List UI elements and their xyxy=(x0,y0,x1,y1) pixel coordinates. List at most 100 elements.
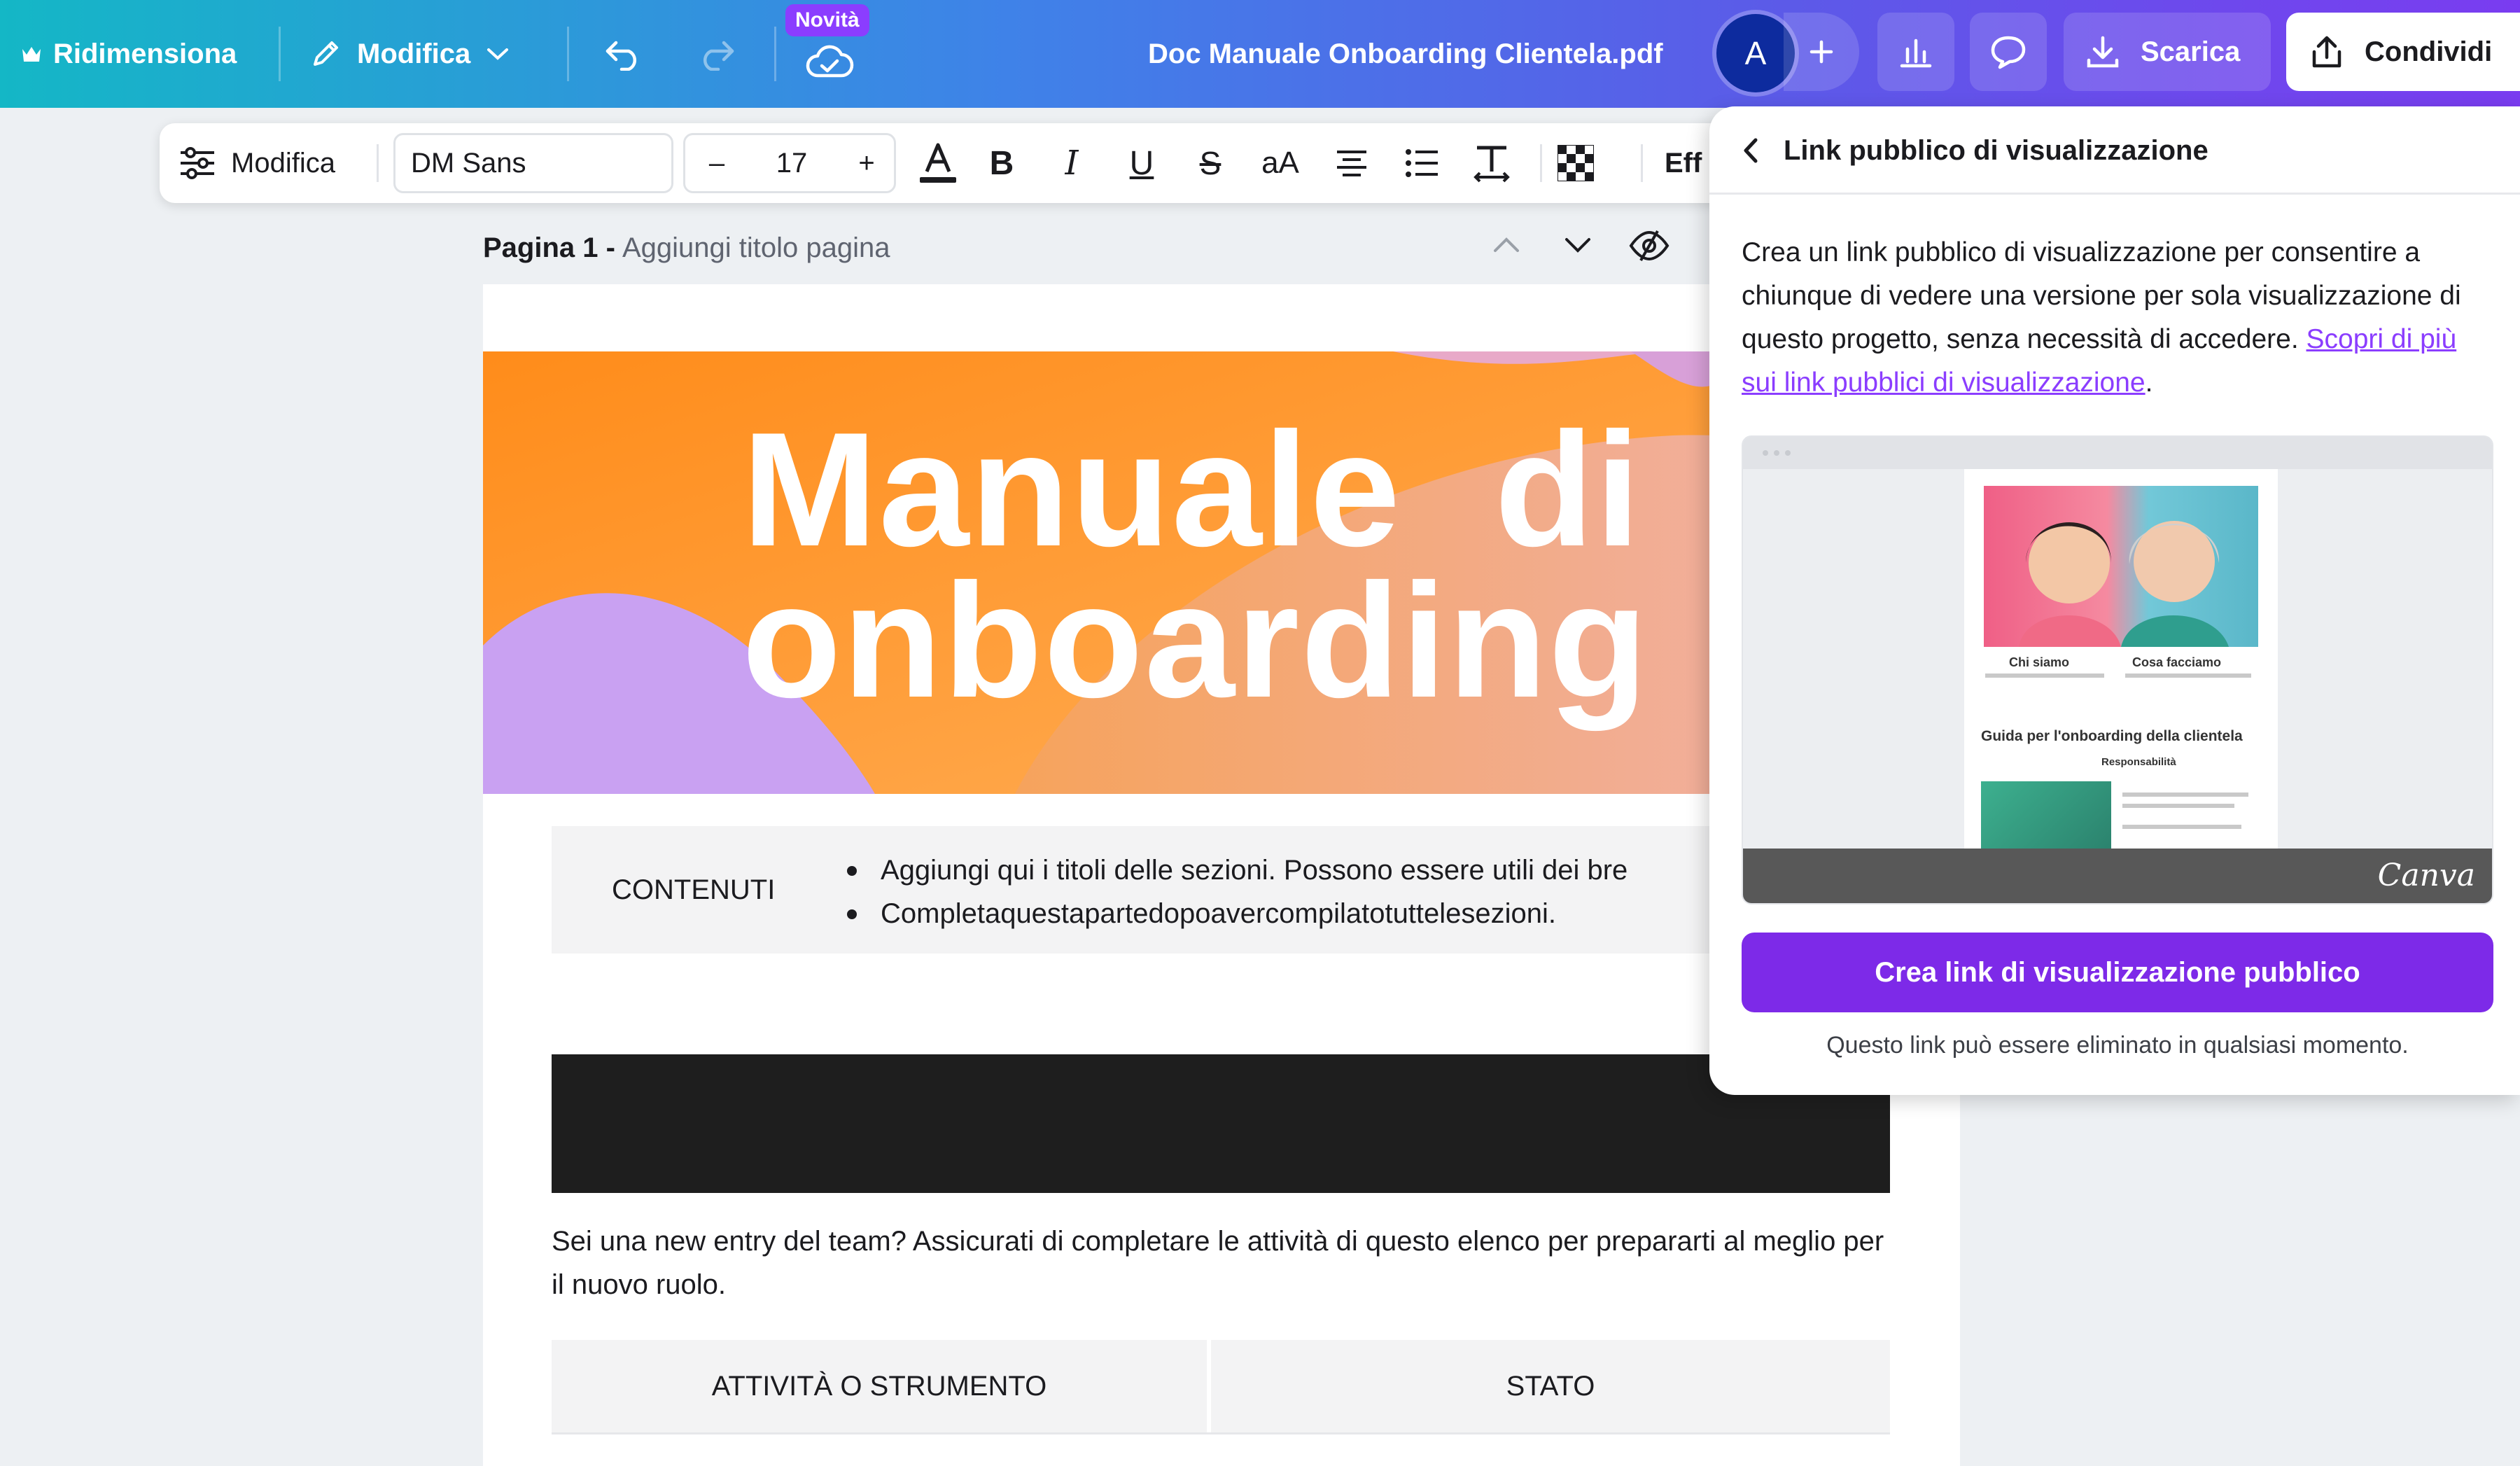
divider xyxy=(1540,144,1542,182)
text-format-toolbar: Modifica DM Sans – 17 + B I U S aA Eff xyxy=(160,123,1742,203)
align-button[interactable] xyxy=(1327,123,1376,203)
preview-text-line xyxy=(2122,825,2241,829)
bold-icon: B xyxy=(989,144,1014,182)
strikethrough-button[interactable]: S xyxy=(1186,123,1235,203)
tasks-table: ATTIVITÀ O STRUMENTO STATO xyxy=(552,1340,1890,1466)
chevron-left-icon xyxy=(1744,138,1758,163)
undo-button[interactable] xyxy=(603,0,644,108)
increase-font-button[interactable]: + xyxy=(835,123,898,203)
transparency-button[interactable] xyxy=(1551,123,1600,203)
edit-text-button[interactable]: Modifica xyxy=(178,123,335,203)
file-title[interactable]: Doc Manuale Onboarding Clientela.pdf xyxy=(1148,0,1663,108)
download-label: Scarica xyxy=(2141,36,2241,67)
chevron-down-icon xyxy=(486,47,510,61)
upload-share-icon xyxy=(2309,34,2345,70)
comment-icon xyxy=(1989,34,2028,70)
cloud-save-button[interactable] xyxy=(805,0,854,108)
font-family-select[interactable]: DM Sans xyxy=(393,133,673,193)
panel-header: Link pubblico di visualizzazione xyxy=(1709,106,2520,195)
chevron-down-icon xyxy=(1562,237,1593,255)
download-button[interactable]: Scarica xyxy=(2064,13,2271,91)
dark-banner-block[interactable] xyxy=(552,1054,1890,1193)
insights-button[interactable] xyxy=(1877,13,1954,91)
preview-text-line xyxy=(2122,804,2234,808)
contents-block[interactable]: CONTENUTI Aggiungi qui i titoli delle se… xyxy=(552,826,1889,954)
divider xyxy=(279,27,281,81)
hero-title[interactable]: Manuale di onboarding xyxy=(742,409,1649,722)
edit-menu-button[interactable]: Modifica xyxy=(308,0,510,108)
contents-list: Aggiungi qui i titoli delle sezioni. Pos… xyxy=(846,849,1628,935)
effects-button[interactable]: Eff xyxy=(1665,123,1707,203)
page-number-label: Pagina 1 - xyxy=(483,232,615,263)
transparency-icon xyxy=(1558,145,1594,181)
comments-button[interactable] xyxy=(1970,13,2047,91)
preview-text-line xyxy=(2125,673,2251,678)
top-bar: Ridimensiona Modifica Novità Doc Manuale… xyxy=(0,0,2520,108)
preview-text-line xyxy=(1985,673,2104,678)
table-header-cell[interactable]: STATO xyxy=(1211,1340,1890,1432)
panel-title: Link pubblico di visualizzazione xyxy=(1784,134,2208,166)
share-label: Condividi xyxy=(2365,36,2493,67)
description-period: . xyxy=(2145,368,2153,398)
edit-text-label: Modifica xyxy=(231,147,335,179)
spacing-button[interactable] xyxy=(1467,123,1516,203)
text-spacing-icon xyxy=(1473,144,1511,183)
redo-icon xyxy=(696,37,736,71)
table-row[interactable] xyxy=(552,1432,1890,1466)
share-button[interactable]: Condividi xyxy=(2286,13,2520,91)
preview-subheading: Responsabilità xyxy=(2101,756,2176,768)
font-size-input[interactable]: 17 xyxy=(748,123,835,203)
strikethrough-icon: S xyxy=(1199,145,1222,181)
list-button[interactable] xyxy=(1397,123,1446,203)
bold-button[interactable]: B xyxy=(977,123,1026,203)
eye-off-icon xyxy=(1628,228,1670,263)
page-down-button[interactable] xyxy=(1562,237,1593,255)
resize-label: Ridimensiona xyxy=(53,38,237,69)
add-collaborator-button[interactable] xyxy=(1784,13,1859,91)
divider xyxy=(567,27,569,81)
letter-case-button[interactable]: aA xyxy=(1249,123,1312,203)
decrease-font-button[interactable]: – xyxy=(685,123,748,203)
hero-banner[interactable]: Manuale di onboarding xyxy=(483,351,1883,794)
bullet-list-icon xyxy=(1404,148,1439,179)
back-button[interactable] xyxy=(1740,137,1763,164)
redo-button[interactable] xyxy=(696,0,736,108)
table-header-cell[interactable]: ATTIVITÀ O STRUMENTO xyxy=(552,1340,1207,1432)
divider xyxy=(774,27,776,81)
preview-footer: Canva xyxy=(1743,849,2492,903)
cloud-check-icon xyxy=(805,45,854,80)
chevron-up-icon xyxy=(1491,235,1522,253)
text-color-button[interactable] xyxy=(910,123,966,203)
italic-button[interactable]: I xyxy=(1047,123,1096,203)
intro-paragraph[interactable]: Sei una new entry del team? Assicurati d… xyxy=(552,1220,1896,1306)
preview-caption: Cosa facciamo xyxy=(2132,655,2222,669)
divider xyxy=(377,144,379,182)
divider xyxy=(1641,144,1643,182)
preview-text-line xyxy=(2122,793,2248,797)
font-size-stepper: – 17 + xyxy=(683,133,896,193)
edit-label: Modifica xyxy=(357,38,471,69)
crown-icon xyxy=(21,45,42,63)
align-center-icon xyxy=(1334,149,1369,177)
panel-note: Questo link può essere eliminato in qual… xyxy=(1826,1032,2409,1059)
panel-description: Crea un link pubblico di visualizzazione… xyxy=(1742,231,2498,405)
hide-page-button[interactable] xyxy=(1628,228,1670,263)
design-preview: Chi siamo Cosa facciamo Guida per l'onbo… xyxy=(1742,435,2493,905)
bar-chart-icon xyxy=(1898,34,1934,70)
preview-page: Chi siamo Cosa facciamo Guida per l'onbo… xyxy=(1964,469,2278,865)
page-header: Pagina 1 - Aggiungi titolo pagina xyxy=(483,225,890,270)
contents-label: CONTENUTI xyxy=(612,874,776,905)
text-color-icon xyxy=(916,141,960,186)
window-dots-icon xyxy=(1763,450,1791,456)
list-item[interactable]: Aggiungi qui i titoli delle sezioni. Pos… xyxy=(846,849,1628,892)
list-item[interactable]: Completaquestapartedopoavercompilatotutt… xyxy=(846,892,1628,935)
page-up-button[interactable] xyxy=(1491,235,1522,253)
resize-button[interactable]: Ridimensiona xyxy=(21,0,237,108)
create-public-link-button[interactable]: Crea link di visualizzazione pubblico xyxy=(1742,933,2493,1012)
preview-caption: Chi siamo xyxy=(2009,655,2070,669)
page-title-input[interactable]: Aggiungi titolo pagina xyxy=(622,232,890,264)
underline-button[interactable]: U xyxy=(1117,123,1166,203)
sliders-icon xyxy=(178,146,217,181)
undo-icon xyxy=(603,37,644,71)
preview-browser-bar xyxy=(1743,437,2492,469)
